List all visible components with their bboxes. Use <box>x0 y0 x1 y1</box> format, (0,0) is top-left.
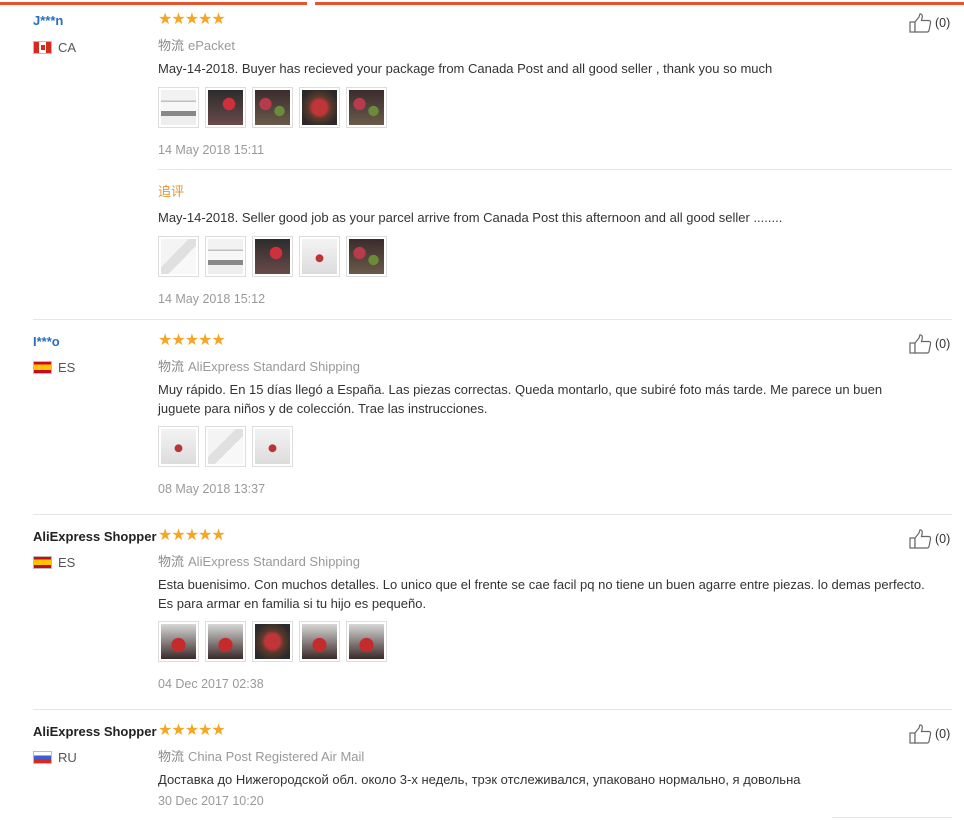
reviewer-country: RU <box>33 750 77 765</box>
like-count: (0) <box>935 532 951 546</box>
review-photo[interactable] <box>299 87 340 128</box>
like-button[interactable]: (0) <box>909 529 950 549</box>
review-photo[interactable] <box>346 621 387 662</box>
review-photo[interactable] <box>205 426 246 467</box>
star-rating: ★★★★★ <box>158 332 226 349</box>
shipping-label: 物流 <box>158 38 185 53</box>
shipping-value: AliExpress Standard Shipping <box>188 359 361 374</box>
thumbs-up-icon <box>909 529 932 549</box>
reviewer-country: ES <box>33 555 75 570</box>
country-code: RU <box>58 750 77 765</box>
star-rating: ★★★★★ <box>158 722 226 739</box>
like-count: (0) <box>935 337 951 351</box>
like-button[interactable]: (0) <box>909 724 950 744</box>
thumbs-up-icon <box>909 13 932 33</box>
bottom-divider <box>832 817 952 818</box>
review-photos <box>158 426 293 467</box>
review-photo[interactable] <box>299 236 340 277</box>
russia-flag-icon <box>33 751 52 764</box>
review-photo[interactable] <box>158 87 199 128</box>
review-photo[interactable] <box>205 236 246 277</box>
top-accent-gap <box>307 2 315 5</box>
review-divider <box>33 514 952 515</box>
shipping-label: 物流 <box>158 749 185 764</box>
reviewer-country: CA <box>33 40 76 55</box>
review-photo[interactable] <box>252 87 293 128</box>
like-count: (0) <box>935 727 951 741</box>
review-text: Доставка до Нижегородской обл. около 3-х… <box>158 772 801 787</box>
review-text: May-14-2018. Buyer has recieved your pac… <box>158 61 773 76</box>
followup-text: May-14-2018. Seller good job as your par… <box>158 210 783 225</box>
followup-date: 14 May 2018 15:12 <box>158 292 266 306</box>
country-code: CA <box>58 40 77 55</box>
followup-divider <box>158 169 952 170</box>
star-rating: ★★★★★ <box>158 527 226 544</box>
shipping-method: 物流 China Post Registered Air Mail <box>158 746 364 765</box>
review-photo[interactable] <box>252 426 293 467</box>
spain-flag-icon <box>33 361 52 374</box>
review-photo[interactable] <box>158 236 199 277</box>
reviewer-name[interactable]: J***n <box>33 13 63 28</box>
shipping-method: 物流 AliExpress Standard Shipping <box>158 356 360 375</box>
shipping-label: 物流 <box>158 554 185 569</box>
review-date: 08 May 2018 13:37 <box>158 482 266 496</box>
shipping-method: 物流 AliExpress Standard Shipping <box>158 551 360 570</box>
shipping-value: China Post Registered Air Mail <box>188 749 365 764</box>
shipping-label: 物流 <box>158 359 185 374</box>
top-accent-line <box>0 2 964 5</box>
review-text: Muy rápido. En 15 días llegó a España. L… <box>158 382 883 416</box>
review-photos <box>158 87 387 128</box>
review-divider <box>33 709 952 710</box>
review-photo[interactable] <box>205 87 246 128</box>
review-date: 30 Dec 2017 10:20 <box>158 794 264 808</box>
reviewer-name[interactable]: AliExpress Shopper <box>33 724 157 739</box>
followup-photos <box>158 236 387 277</box>
like-button[interactable]: (0) <box>909 334 950 354</box>
review-photo[interactable] <box>346 236 387 277</box>
like-count: (0) <box>935 16 951 30</box>
shipping-value: AliExpress Standard Shipping <box>188 554 361 569</box>
review-photo[interactable] <box>252 621 293 662</box>
review-date: 04 Dec 2017 02:38 <box>158 677 264 691</box>
like-button[interactable]: (0) <box>909 13 950 33</box>
canada-flag-icon <box>33 41 52 54</box>
review-photos <box>158 621 387 662</box>
followup-label: 追评 <box>158 184 185 199</box>
shipping-method: 物流 ePacket <box>158 35 235 54</box>
review-date: 14 May 2018 15:11 <box>158 143 265 157</box>
shipping-value: ePacket <box>188 38 235 53</box>
review-photo[interactable] <box>299 621 340 662</box>
country-code: ES <box>58 555 76 570</box>
reviewer-country: ES <box>33 360 75 375</box>
review-photo[interactable] <box>346 87 387 128</box>
review-divider <box>33 319 952 320</box>
thumbs-up-icon <box>909 724 932 744</box>
star-rating: ★★★★★ <box>158 11 226 28</box>
reviewer-name[interactable]: AliExpress Shopper <box>33 529 157 544</box>
review-photo[interactable] <box>252 236 293 277</box>
country-code: ES <box>58 360 76 375</box>
review-photo[interactable] <box>158 621 199 662</box>
thumbs-up-icon <box>909 334 932 354</box>
review-text: Esta buenisimo. Con muchos detalles. Lo … <box>158 577 925 611</box>
review-photo[interactable] <box>158 426 199 467</box>
review-photo[interactable] <box>205 621 246 662</box>
reviewer-name[interactable]: I***o <box>33 334 60 349</box>
spain-flag-icon <box>33 556 52 569</box>
